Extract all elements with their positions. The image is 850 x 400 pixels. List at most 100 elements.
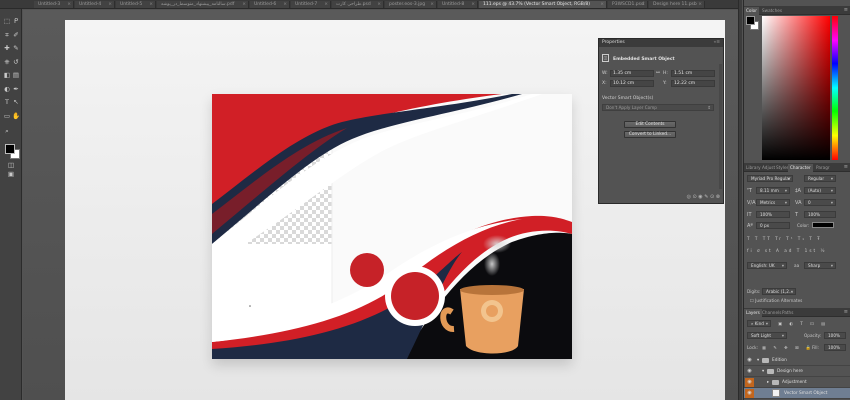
- fill-field[interactable]: 100%: [824, 344, 846, 351]
- close-icon[interactable]: ×: [471, 1, 475, 8]
- close-icon[interactable]: ×: [242, 1, 246, 8]
- healing-icon[interactable]: ✚: [3, 44, 11, 52]
- document-tab[interactable]: 111.eps @ 43.7% (Vector Smart Object, RG…: [479, 1, 607, 8]
- close-icon[interactable]: ×: [324, 1, 328, 8]
- quick-mask-icon[interactable]: ◫: [7, 161, 15, 169]
- rectangle-icon[interactable]: ▭: [3, 112, 11, 120]
- screen-mode-icon[interactable]: ▣: [7, 170, 15, 178]
- color-foreground-swatch[interactable]: [746, 16, 755, 25]
- lasso-icon[interactable]: ᑭ: [12, 17, 20, 25]
- panel-menu-icon[interactable]: «≡: [713, 39, 720, 47]
- tab-color[interactable]: Color: [744, 7, 759, 15]
- panel-menu-icon[interactable]: ≡: [844, 163, 848, 171]
- close-icon[interactable]: ×: [283, 1, 287, 8]
- visibility-eye-icon[interactable]: ◉: [745, 389, 754, 398]
- close-icon[interactable]: ×: [108, 1, 112, 8]
- eraser-icon[interactable]: ◧: [3, 71, 11, 79]
- zoom-icon[interactable]: ⌕: [3, 127, 11, 135]
- blend-mode-dropdown[interactable]: Soft Light ▾: [747, 332, 787, 339]
- tab-paragraph[interactable]: Paragr: [814, 164, 832, 172]
- dodge-icon[interactable]: ◐: [3, 85, 11, 93]
- layer-filter-icons[interactable]: ▣ ◐ T ⊡ ▤: [778, 321, 828, 326]
- tab-character[interactable]: Character: [788, 164, 813, 172]
- stamp-icon[interactable]: ⎈: [3, 58, 11, 66]
- close-icon[interactable]: ×: [641, 1, 645, 8]
- document-tab[interactable]: Design here 11.psb ×: [649, 1, 705, 8]
- link-icon[interactable]: ⚯: [656, 71, 660, 76]
- antialias-dropdown[interactable]: Sharp ▾: [804, 262, 836, 269]
- x-field[interactable]: 10.12 cm: [610, 80, 654, 87]
- justification-checkbox[interactable]: ☐ Justification Alternates: [750, 298, 802, 303]
- vertical-scale-field[interactable]: 100%: [756, 211, 790, 218]
- layer-row-selected[interactable]: ◉ Vector Smart Object: [744, 388, 850, 399]
- kerning-field[interactable]: Metrics ▾: [756, 199, 790, 206]
- tab-swatches[interactable]: Swatches: [760, 7, 784, 15]
- close-icon[interactable]: ×: [377, 1, 381, 8]
- document-tab[interactable]: Untitled-4 ×: [75, 1, 115, 8]
- horizontal-scale-field[interactable]: 100%: [804, 211, 836, 218]
- close-icon[interactable]: ×: [430, 1, 434, 8]
- convert-to-linked-button[interactable]: Convert to Linked...: [624, 131, 676, 138]
- marquee-icon[interactable]: ⬚: [3, 17, 11, 25]
- visibility-eye-icon[interactable]: ◉: [745, 356, 754, 365]
- hand-icon[interactable]: ✋: [12, 112, 20, 120]
- close-icon[interactable]: ×: [600, 1, 604, 8]
- close-icon[interactable]: ×: [149, 1, 153, 8]
- tracking-field[interactable]: 0 ▾: [804, 199, 836, 206]
- edit-contents-button[interactable]: Edit Contents: [624, 121, 676, 128]
- eyedropper-icon[interactable]: ✐: [12, 31, 20, 39]
- expand-arrow-icon[interactable]: ▾: [757, 355, 759, 366]
- properties-scrollbar[interactable]: [719, 64, 722, 189]
- expand-arrow-icon[interactable]: ▾: [762, 366, 764, 377]
- document-tab[interactable]: Untitled-8 ×: [438, 1, 478, 8]
- language-dropdown[interactable]: English: UK ▾: [747, 262, 787, 269]
- color-field[interactable]: [762, 16, 830, 160]
- width-field[interactable]: 1.35 cm: [610, 70, 654, 77]
- collapsed-panel-strip[interactable]: [738, 0, 742, 400]
- document-tab[interactable]: Untitled-5 ×: [116, 1, 156, 8]
- brush-icon[interactable]: ✎: [12, 44, 20, 52]
- foreground-color-swatch[interactable]: [5, 144, 15, 154]
- path-select-icon[interactable]: ↖: [12, 98, 20, 106]
- y-field[interactable]: 12.22 cm: [671, 80, 715, 87]
- document-tab[interactable]: poster.eos-3.jpg ×: [385, 1, 437, 8]
- expand-arrow-icon[interactable]: ▸: [767, 377, 769, 388]
- pen-icon[interactable]: ✒: [12, 85, 20, 93]
- text-color-swatch[interactable]: [812, 222, 834, 228]
- opacity-field[interactable]: 100%: [824, 332, 846, 339]
- tab-paths[interactable]: Paths: [780, 309, 795, 317]
- close-icon[interactable]: ×: [698, 1, 702, 8]
- layer-row[interactable]: ◉ ▾ Design here: [744, 366, 850, 377]
- document-tab[interactable]: Untitled-6 ×: [250, 1, 290, 8]
- document-tab[interactable]: سالنامه_پیشنهاد_متوسط_در_پوشه.pdf ×: [157, 1, 249, 8]
- font-family-dropdown[interactable]: Myriad Pro Regular ▾: [747, 175, 793, 182]
- font-style-dropdown[interactable]: Regular ▾: [804, 175, 836, 182]
- document-tab[interactable]: Untitled-7 ×: [291, 1, 331, 8]
- document-artboard[interactable]: [212, 94, 572, 359]
- font-size-field[interactable]: 8.11 mm ▾: [756, 187, 790, 194]
- document-tab[interactable]: طراحی کارت.psd ×: [332, 1, 384, 8]
- panel-menu-icon[interactable]: ≡: [844, 308, 848, 316]
- layer-row[interactable]: ◉ ▸ Adjustment: [744, 377, 850, 388]
- properties-footer-icons[interactable]: ◎ ⊙ ◉ ✎ ⊙ ⊗: [687, 194, 720, 200]
- leading-field[interactable]: (Auto) ▾: [804, 187, 836, 194]
- layer-filter-dropdown[interactable]: ⌕ Kind ▾: [747, 320, 771, 327]
- lock-icons[interactable]: ▦ ✎ ✥ ⊠ 🔒: [762, 345, 814, 351]
- height-field[interactable]: 1.51 cm: [671, 70, 715, 77]
- visibility-eye-icon[interactable]: ◉: [745, 378, 754, 387]
- properties-header[interactable]: Properties «≡: [599, 39, 723, 47]
- crop-icon[interactable]: ⌗: [3, 31, 11, 39]
- document-tab[interactable]: P3WSCD1.psd ×: [608, 1, 648, 8]
- visibility-eye-icon[interactable]: ◉: [745, 367, 754, 376]
- layer-comp-dropdown[interactable]: Don't Apply Layer Comp ⇕: [602, 104, 714, 111]
- document-tab[interactable]: Untitled-3 ×: [34, 1, 74, 8]
- type-style-buttons[interactable]: T T TT Tr T¹ T₁ T Ŧ: [747, 236, 822, 241]
- opentype-buttons[interactable]: fi ơ st A ad T 1st ½: [747, 248, 827, 253]
- digits-dropdown[interactable]: Arabic (1,2... ▾: [762, 288, 796, 295]
- layer-row[interactable]: ◉ ▾ Edition: [744, 355, 850, 366]
- history-brush-icon[interactable]: ↺: [12, 58, 20, 66]
- hue-slider[interactable]: [832, 16, 838, 160]
- close-icon[interactable]: ×: [67, 1, 71, 8]
- panel-menu-icon[interactable]: ≡: [844, 6, 848, 14]
- gradient-icon[interactable]: ▤: [12, 71, 20, 79]
